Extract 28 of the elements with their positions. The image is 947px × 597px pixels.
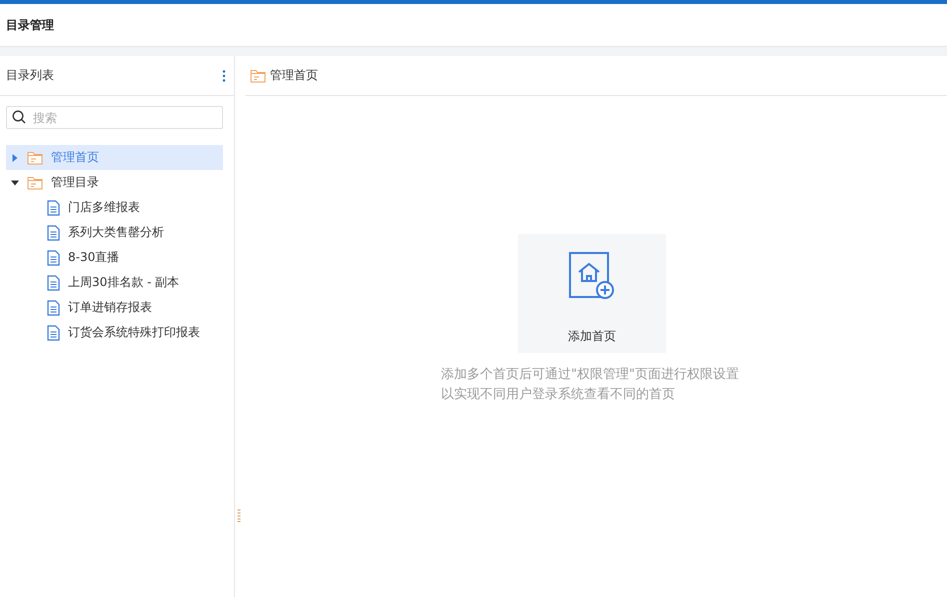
- tree-item[interactable]: 上周30排名款 - 副本: [6, 270, 223, 295]
- document-icon: [47, 250, 60, 266]
- document-icon: [47, 324, 60, 340]
- folder-icon: [27, 176, 43, 190]
- caret-down-icon[interactable]: [11, 178, 19, 186]
- page-title: 目录管理: [6, 16, 54, 34]
- caret-right-icon[interactable]: [11, 154, 19, 162]
- document-icon: [47, 300, 60, 316]
- document-icon: [47, 200, 60, 216]
- folder-icon: [250, 68, 266, 82]
- home-add-icon: [569, 252, 615, 300]
- tree-item[interactable]: 系列大类售罄分析: [6, 220, 223, 245]
- search-field[interactable]: 搜索: [6, 106, 223, 129]
- panel-title: 目录列表: [6, 67, 54, 84]
- tree-item[interactable]: 订单进销存报表: [6, 295, 223, 320]
- resize-handle[interactable]: [237, 509, 241, 522]
- document-icon: [47, 274, 60, 290]
- search-icon: [12, 110, 26, 124]
- tree-item[interactable]: 门店多维报表: [6, 195, 223, 220]
- tree-item[interactable]: 订货会系统特殊打印报表: [6, 320, 223, 345]
- more-icon[interactable]: [222, 70, 226, 82]
- folder-icon: [27, 150, 43, 164]
- tree-item[interactable]: 管理目录: [6, 170, 223, 195]
- add-homepage-button[interactable]: 添加首页: [518, 234, 666, 353]
- tree-item[interactable]: 8-30直播: [6, 245, 223, 270]
- hint-text: 添加多个首页后可通过"权限管理"页面进行权限设置以实现不同用户登录系统查看不同的首页: [441, 366, 740, 404]
- breadcrumb: 管理首页: [270, 67, 318, 84]
- document-icon: [47, 224, 60, 240]
